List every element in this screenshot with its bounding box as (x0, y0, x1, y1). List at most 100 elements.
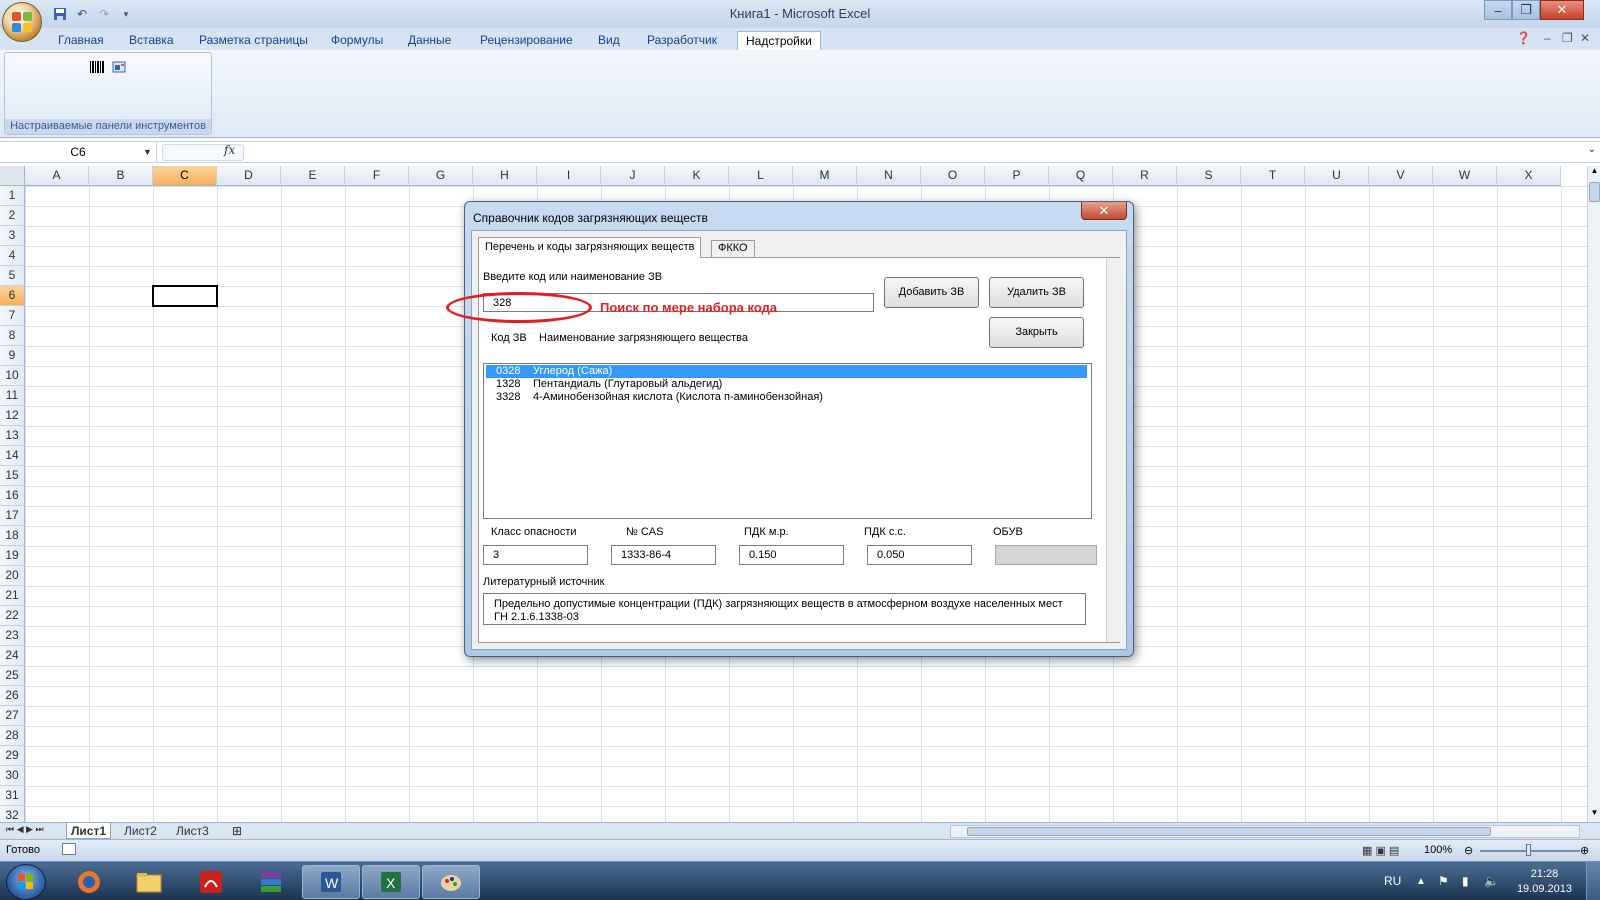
column-header[interactable]: M (793, 166, 857, 186)
row-header[interactable]: 14 (0, 446, 25, 466)
taskbar-acrobat-icon[interactable] (182, 865, 240, 899)
column-header[interactable]: E (281, 166, 345, 186)
sheet-tab-2[interactable]: Лист2 (120, 823, 161, 839)
row-header[interactable]: 30 (0, 766, 25, 786)
cas-field[interactable]: 1333-86-4 (611, 545, 716, 565)
horizontal-scroll-thumb[interactable] (967, 827, 1491, 836)
row-header[interactable]: 19 (0, 546, 25, 566)
row-header[interactable]: 27 (0, 706, 25, 726)
dialog-close-button[interactable]: ✕ (1081, 202, 1127, 220)
tab-insert[interactable]: Вставка (129, 31, 174, 50)
horizontal-scrollbar[interactable] (950, 825, 1580, 838)
sheet-tab-3[interactable]: Лист3 (172, 823, 213, 839)
row-header[interactable]: 5 (0, 266, 25, 286)
taskbar-explorer-icon[interactable] (120, 865, 178, 899)
column-header[interactable]: S (1177, 166, 1241, 186)
panel-scrollbar[interactable] (1106, 258, 1120, 642)
vertical-scroll-thumb[interactable] (1589, 182, 1600, 202)
row-header[interactable]: 1 (0, 186, 25, 206)
source-textbox[interactable]: Предельно допустимые концентрации (ПДК) … (483, 593, 1086, 625)
scroll-up-icon[interactable]: ▲ (1589, 166, 1600, 180)
hazard-class-field[interactable]: 3 (483, 545, 588, 565)
row-header[interactable]: 3 (0, 226, 25, 246)
sheet-nav-icons[interactable]: ⏮ ◀ ▶ ⏭ (6, 824, 44, 835)
taskbar-paint-icon[interactable] (422, 865, 480, 899)
column-header[interactable]: F (345, 166, 409, 186)
zoom-slider-thumb[interactable] (1526, 844, 1531, 856)
tray-expand-icon[interactable]: ▲ (1416, 862, 1426, 900)
start-button[interactable] (6, 864, 46, 900)
row-header[interactable]: 16 (0, 486, 25, 506)
tab-addins[interactable]: Надстройки (737, 31, 821, 50)
sheet-tab-1[interactable]: Лист1 (66, 823, 112, 839)
column-header[interactable]: K (665, 166, 729, 186)
column-header[interactable]: D (217, 166, 281, 186)
row-header[interactable]: 23 (0, 626, 25, 646)
pollutants-listbox[interactable]: 0328 Углерод (Сажа) 1328 Пентандиаль (Гл… (483, 363, 1092, 519)
zoom-level[interactable]: 100% (1424, 844, 1452, 856)
ribbon-minimize-icon[interactable]: – (1544, 31, 1551, 45)
column-header[interactable]: J (601, 166, 665, 186)
ribbon-restore-icon[interactable]: ❐ (1562, 31, 1573, 45)
taskbar-firefox-icon[interactable] (60, 865, 118, 899)
column-header[interactable]: N (857, 166, 921, 186)
list-item[interactable]: 0328 Углерод (Сажа) (486, 365, 1087, 378)
close-button[interactable]: Закрыть (989, 317, 1084, 348)
list-item[interactable]: 1328 Пентандиаль (Глутаровый альдегид) (486, 378, 1087, 391)
add-pollutant-button[interactable]: Добавить ЗВ (884, 277, 979, 308)
column-header[interactable]: T (1241, 166, 1305, 186)
row-header[interactable]: 10 (0, 366, 25, 386)
tab-pollutants-list[interactable]: Перечень и коды загрязняющих веществ (478, 237, 702, 258)
insert-sheet-icon[interactable]: ⊞ (228, 823, 246, 839)
system-clock[interactable]: 21:28 19.09.2013 (1517, 867, 1572, 897)
tab-home[interactable]: Главная (58, 31, 104, 50)
name-box[interactable]: C6 (0, 142, 157, 163)
row-header[interactable]: 7 (0, 306, 25, 326)
form-tool-icon[interactable] (111, 59, 127, 75)
row-header[interactable]: 31 (0, 786, 25, 806)
row-header[interactable]: 2 (0, 206, 25, 226)
insert-function-icon[interactable]: fx (224, 143, 235, 157)
maximize-button[interactable]: ❐ (1512, 0, 1540, 20)
delete-pollutant-button[interactable]: Удалить ЗВ (989, 277, 1084, 308)
tab-formulas[interactable]: Формулы (331, 31, 383, 50)
active-cell-c6[interactable] (152, 285, 218, 307)
close-window-button[interactable]: ✕ (1540, 0, 1584, 20)
column-header[interactable]: O (921, 166, 985, 186)
row-header[interactable]: 20 (0, 566, 25, 586)
ribbon-close-icon[interactable]: ✕ (1580, 31, 1590, 45)
expand-formula-bar-icon[interactable]: ⌄ (1588, 144, 1596, 155)
macro-record-icon[interactable] (62, 843, 76, 855)
tab-data[interactable]: Данные (408, 31, 451, 50)
row-header[interactable]: 9 (0, 346, 25, 366)
column-header[interactable]: I (537, 166, 601, 186)
column-header[interactable]: Q (1049, 166, 1113, 186)
name-box-dropdown-icon[interactable]: ▼ (143, 142, 152, 163)
tab-fkko[interactable]: ФККО (711, 240, 755, 257)
row-header[interactable]: 22 (0, 606, 25, 626)
tab-page-layout[interactable]: Разметка страницы (199, 31, 308, 50)
column-header[interactable]: U (1305, 166, 1369, 186)
row-header[interactable]: 21 (0, 586, 25, 606)
column-header[interactable]: R (1113, 166, 1177, 186)
list-item[interactable]: 3328 4-Аминобензойная кислота (Кислота п… (486, 391, 1087, 404)
tab-developer[interactable]: Разработчик (647, 31, 717, 50)
help-icon[interactable]: ❓ (1516, 31, 1531, 45)
pdk-ss-field[interactable]: 0.050 (867, 545, 972, 565)
language-indicator[interactable]: RU (1384, 862, 1401, 900)
row-header[interactable]: 4 (0, 246, 25, 266)
view-buttons-icon[interactable]: ▦ ▣ ▤ (1362, 844, 1399, 857)
tab-view[interactable]: Вид (598, 31, 620, 50)
tab-review[interactable]: Рецензирование (480, 31, 573, 50)
column-header[interactable]: A (25, 166, 89, 186)
row-header[interactable]: 13 (0, 426, 25, 446)
row-header[interactable]: 6 (0, 286, 25, 306)
zoom-in-icon[interactable]: ⊕ (1580, 844, 1589, 857)
column-header[interactable]: X (1497, 166, 1561, 186)
column-header[interactable]: V (1369, 166, 1433, 186)
column-header[interactable]: G (409, 166, 473, 186)
row-header[interactable]: 28 (0, 726, 25, 746)
zoom-out-icon[interactable]: ⊖ (1464, 844, 1473, 857)
row-header[interactable]: 32 (0, 806, 25, 822)
row-header[interactable]: 18 (0, 526, 25, 546)
